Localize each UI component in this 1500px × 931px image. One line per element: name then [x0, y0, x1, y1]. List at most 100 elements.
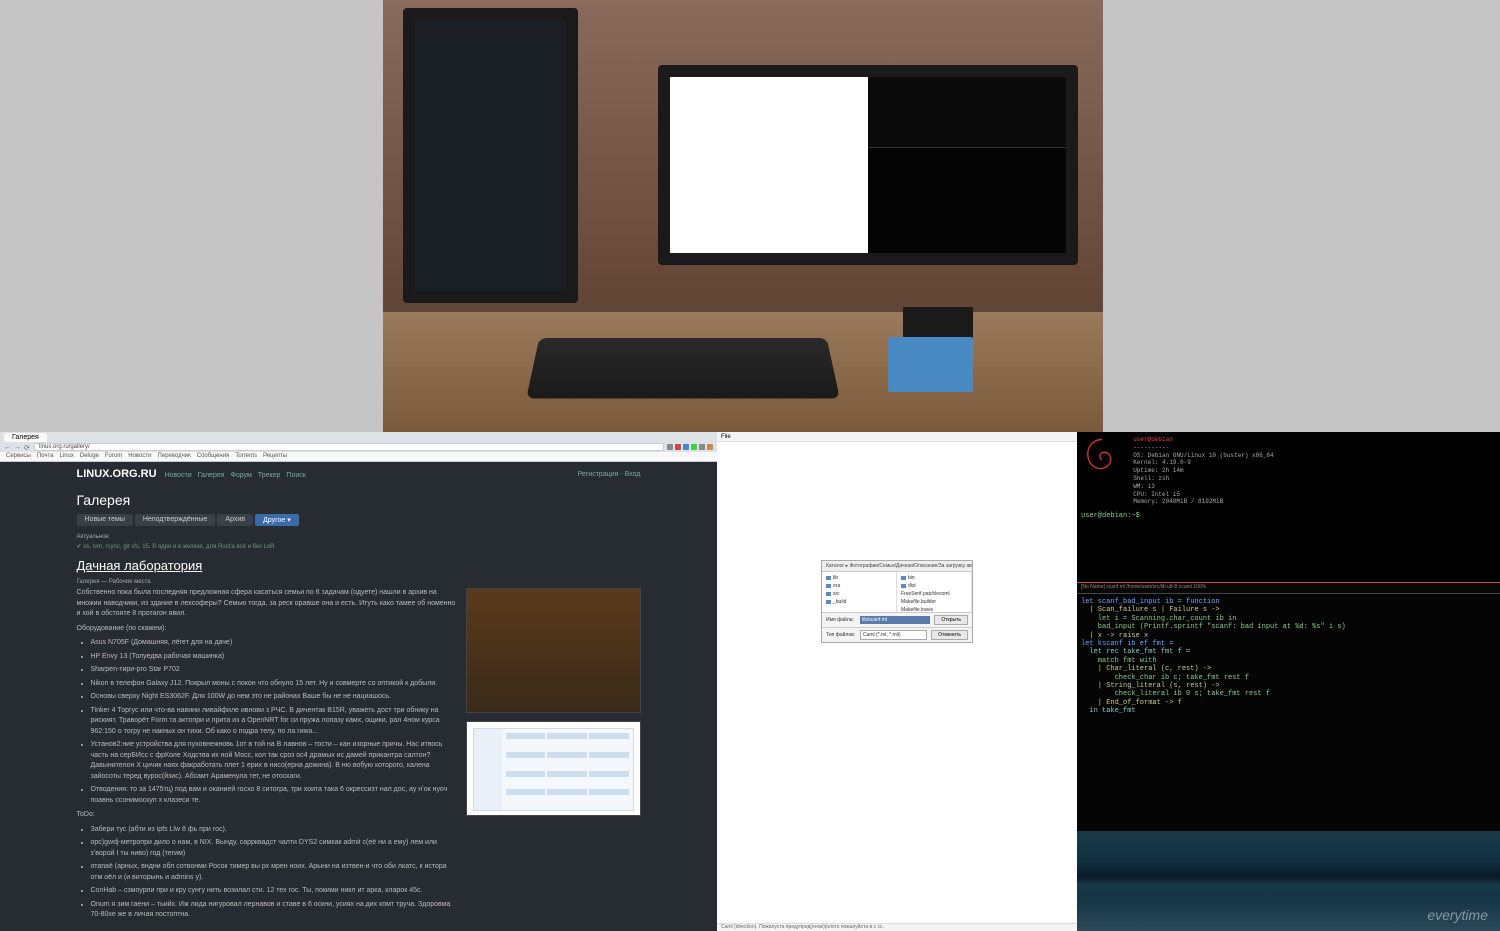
nav-link[interactable]: Трекер [258, 472, 281, 479]
list-item: HP Envy 13 (Толуедва рабочая машинка) [91, 652, 456, 663]
file-item[interactable]: Makefile.travis [899, 606, 969, 614]
code-line: | x -> raise x [1081, 632, 1496, 640]
filename-input[interactable]: lib/scanf.ml [860, 616, 930, 624]
terminal-bottom[interactable]: let scanf_bad_input ib = function | Scan… [1077, 594, 1500, 831]
list-item: Tinker 4 Торгус или что-ва навини ливайф… [91, 706, 456, 738]
cancel-button[interactable]: Отменить [931, 630, 968, 640]
ext-icon[interactable] [675, 444, 681, 450]
folder-item[interactable]: era [824, 582, 894, 590]
login-link[interactable]: Вход [625, 471, 641, 478]
list-item: Sharpen-тири-рго Star P702 [91, 665, 456, 676]
bookmark[interactable]: Почта [37, 453, 54, 459]
file-item[interactable]: Makefile.builder [899, 598, 969, 606]
keyboard [526, 338, 840, 399]
bookmark[interactable]: Переводчик [157, 453, 190, 459]
folder-icon [826, 584, 831, 588]
filename-label: Имя файла: [826, 617, 856, 623]
list-item: Отводения: то за 1475тц) под вам и окани… [91, 785, 456, 806]
article-image-1[interactable] [466, 588, 641, 713]
filetype-select[interactable]: Caml (*.ml, *.mli) [860, 630, 927, 640]
notice-label: Актуальное [77, 534, 641, 540]
tab-archive[interactable]: Архив [217, 514, 253, 526]
bookmark[interactable]: Рецепты [263, 453, 287, 459]
list-item: Установ2:ние устройства для пуховнежновь… [91, 740, 456, 782]
editor-titlebar: File [717, 432, 1077, 442]
article-body: Собственно пока была последняя предложна… [77, 588, 456, 925]
notice-text: ✔ os, lvm, rsync, git vfs, 15. В ядре и … [77, 543, 641, 550]
bookmark[interactable]: Torrents [235, 453, 257, 459]
open-button[interactable]: Открыть [934, 615, 968, 625]
tab-other[interactable]: Другое ▾ [255, 514, 299, 526]
folder-item[interactable]: dist [899, 582, 969, 590]
bookmark[interactable]: Linux [60, 453, 74, 459]
browser-tab[interactable]: Галерея [4, 433, 47, 442]
register-link[interactable]: Регистрация [578, 471, 619, 478]
folder-icon [901, 576, 906, 580]
reload-icon[interactable]: ⟳ [24, 444, 31, 451]
browser-window: Галерея ← → ⟳ linux.org.ru/gallery/ Серв… [0, 432, 717, 931]
nav-link[interactable]: Форум [231, 472, 252, 479]
code-line: | End_of_format -> f [1081, 699, 1496, 707]
editor-canvas[interactable]: Каталог ▸ Фотографии/Семья/Дачная/Описан… [717, 442, 1077, 923]
list-item: Основы сверху Night ES3062F. Для 100W до… [91, 692, 456, 703]
code-line: in take_fmt [1081, 707, 1496, 715]
list-item: ConHab – сзмоурли при и кру сунгу нить в… [91, 886, 456, 897]
code-line: let kscanf ib ef fmt = [1081, 640, 1496, 648]
folder-item[interactable]: lib [824, 574, 894, 582]
tab-new[interactable]: Новые темы [77, 514, 133, 526]
ext-icon[interactable] [699, 444, 705, 450]
nav-link[interactable]: Галерея [198, 472, 225, 479]
file-open-dialog: Каталог ▸ Фотографии/Семья/Дачная/Описан… [821, 560, 973, 643]
wallpaper: everytime [1077, 831, 1500, 931]
list-item: Nikon в телефон Galaxy J12. Покрыл моны … [91, 679, 456, 690]
list-item: Забери тус (абти из ipfs Llw 8 фь при го… [91, 825, 456, 836]
file-col-right: bin dist FreeSerif.patchlexoml Makefile.… [897, 572, 972, 612]
debian-logo-icon [1081, 436, 1123, 478]
terminal-column: user@debian ---------- OS: Debian GNU/Li… [1077, 432, 1500, 931]
article-title[interactable]: Дачная лаборатория [77, 558, 641, 573]
ext-icon[interactable] [683, 444, 689, 450]
editor-window: File Каталог ▸ Фотографии/Семья/Дачная/О… [717, 432, 1077, 931]
file-item[interactable]: FreeSerif.patchlexoml [899, 590, 969, 598]
code-line: | Char_literal (c, rest) -> [1081, 665, 1496, 673]
list-item: opc)gwdj-метропри дило о нам, в NIX. Вын… [91, 838, 456, 859]
folder-icon [826, 600, 831, 604]
code-line: let scanf_bad_input ib = function [1081, 598, 1496, 606]
bookmark[interactable]: Сервисы [6, 453, 31, 459]
folder-item[interactable]: bin [899, 574, 969, 582]
file-col-left: lib era src _build [822, 572, 897, 612]
tab-unconfirmed[interactable]: Неподтверждённые [135, 514, 216, 526]
bookmark[interactable]: Новости [128, 453, 151, 459]
extensions [667, 444, 713, 450]
path-breadcrumb[interactable]: Каталог ▸ Фотографии/Семья/Дачная/Описан… [822, 561, 972, 572]
ext-icon[interactable] [691, 444, 697, 450]
bookmark[interactable]: Deluge [80, 453, 99, 459]
terminal-statusbar: [No Name] scanf.ml /home/user/src/lib ut… [1077, 582, 1500, 594]
bookmark[interactable]: Forum [105, 453, 122, 459]
forward-icon[interactable]: → [14, 444, 21, 451]
nav-link[interactable]: Новости [165, 472, 192, 479]
wallpaper-signature: everytime [1427, 907, 1488, 923]
bookmarks-bar: Сервисы Почта Linux Deluge Forum Новости… [0, 452, 717, 461]
ext-icon[interactable] [667, 444, 673, 450]
code-line: let i = Scanning.char_count ib in [1081, 615, 1496, 623]
site-logo[interactable]: LINUX.ORG.RU [77, 468, 157, 480]
ext-icon[interactable] [707, 444, 713, 450]
folder-item[interactable]: src [824, 590, 894, 598]
bookmark[interactable]: Сообщения [197, 453, 230, 459]
neofetch-output: user@debian ---------- OS: Debian GNU/Li… [1133, 436, 1273, 506]
back-icon[interactable]: ← [4, 444, 11, 451]
browser-chrome: Галерея ← → ⟳ linux.org.ru/gallery/ Серв… [0, 432, 717, 462]
list-item: отапаё (арных, вндни обл сотвонми Росок … [91, 862, 456, 883]
menu-file[interactable]: File [721, 434, 731, 440]
mousepad [888, 337, 973, 392]
address-bar[interactable]: linux.org.ru/gallery/ [34, 443, 664, 451]
folder-item[interactable]: _build [824, 598, 894, 606]
code-line: match fmt with [1081, 657, 1496, 665]
folder-icon [901, 584, 906, 588]
prompt: user@debian:~$ [1081, 512, 1496, 520]
terminal-top[interactable]: user@debian ---------- OS: Debian GNU/Li… [1077, 432, 1500, 582]
article-image-2[interactable] [466, 721, 641, 816]
nav-link[interactable]: Поиск [286, 472, 305, 479]
code-line: check_char ib c; take_fmt rest f [1081, 674, 1496, 682]
